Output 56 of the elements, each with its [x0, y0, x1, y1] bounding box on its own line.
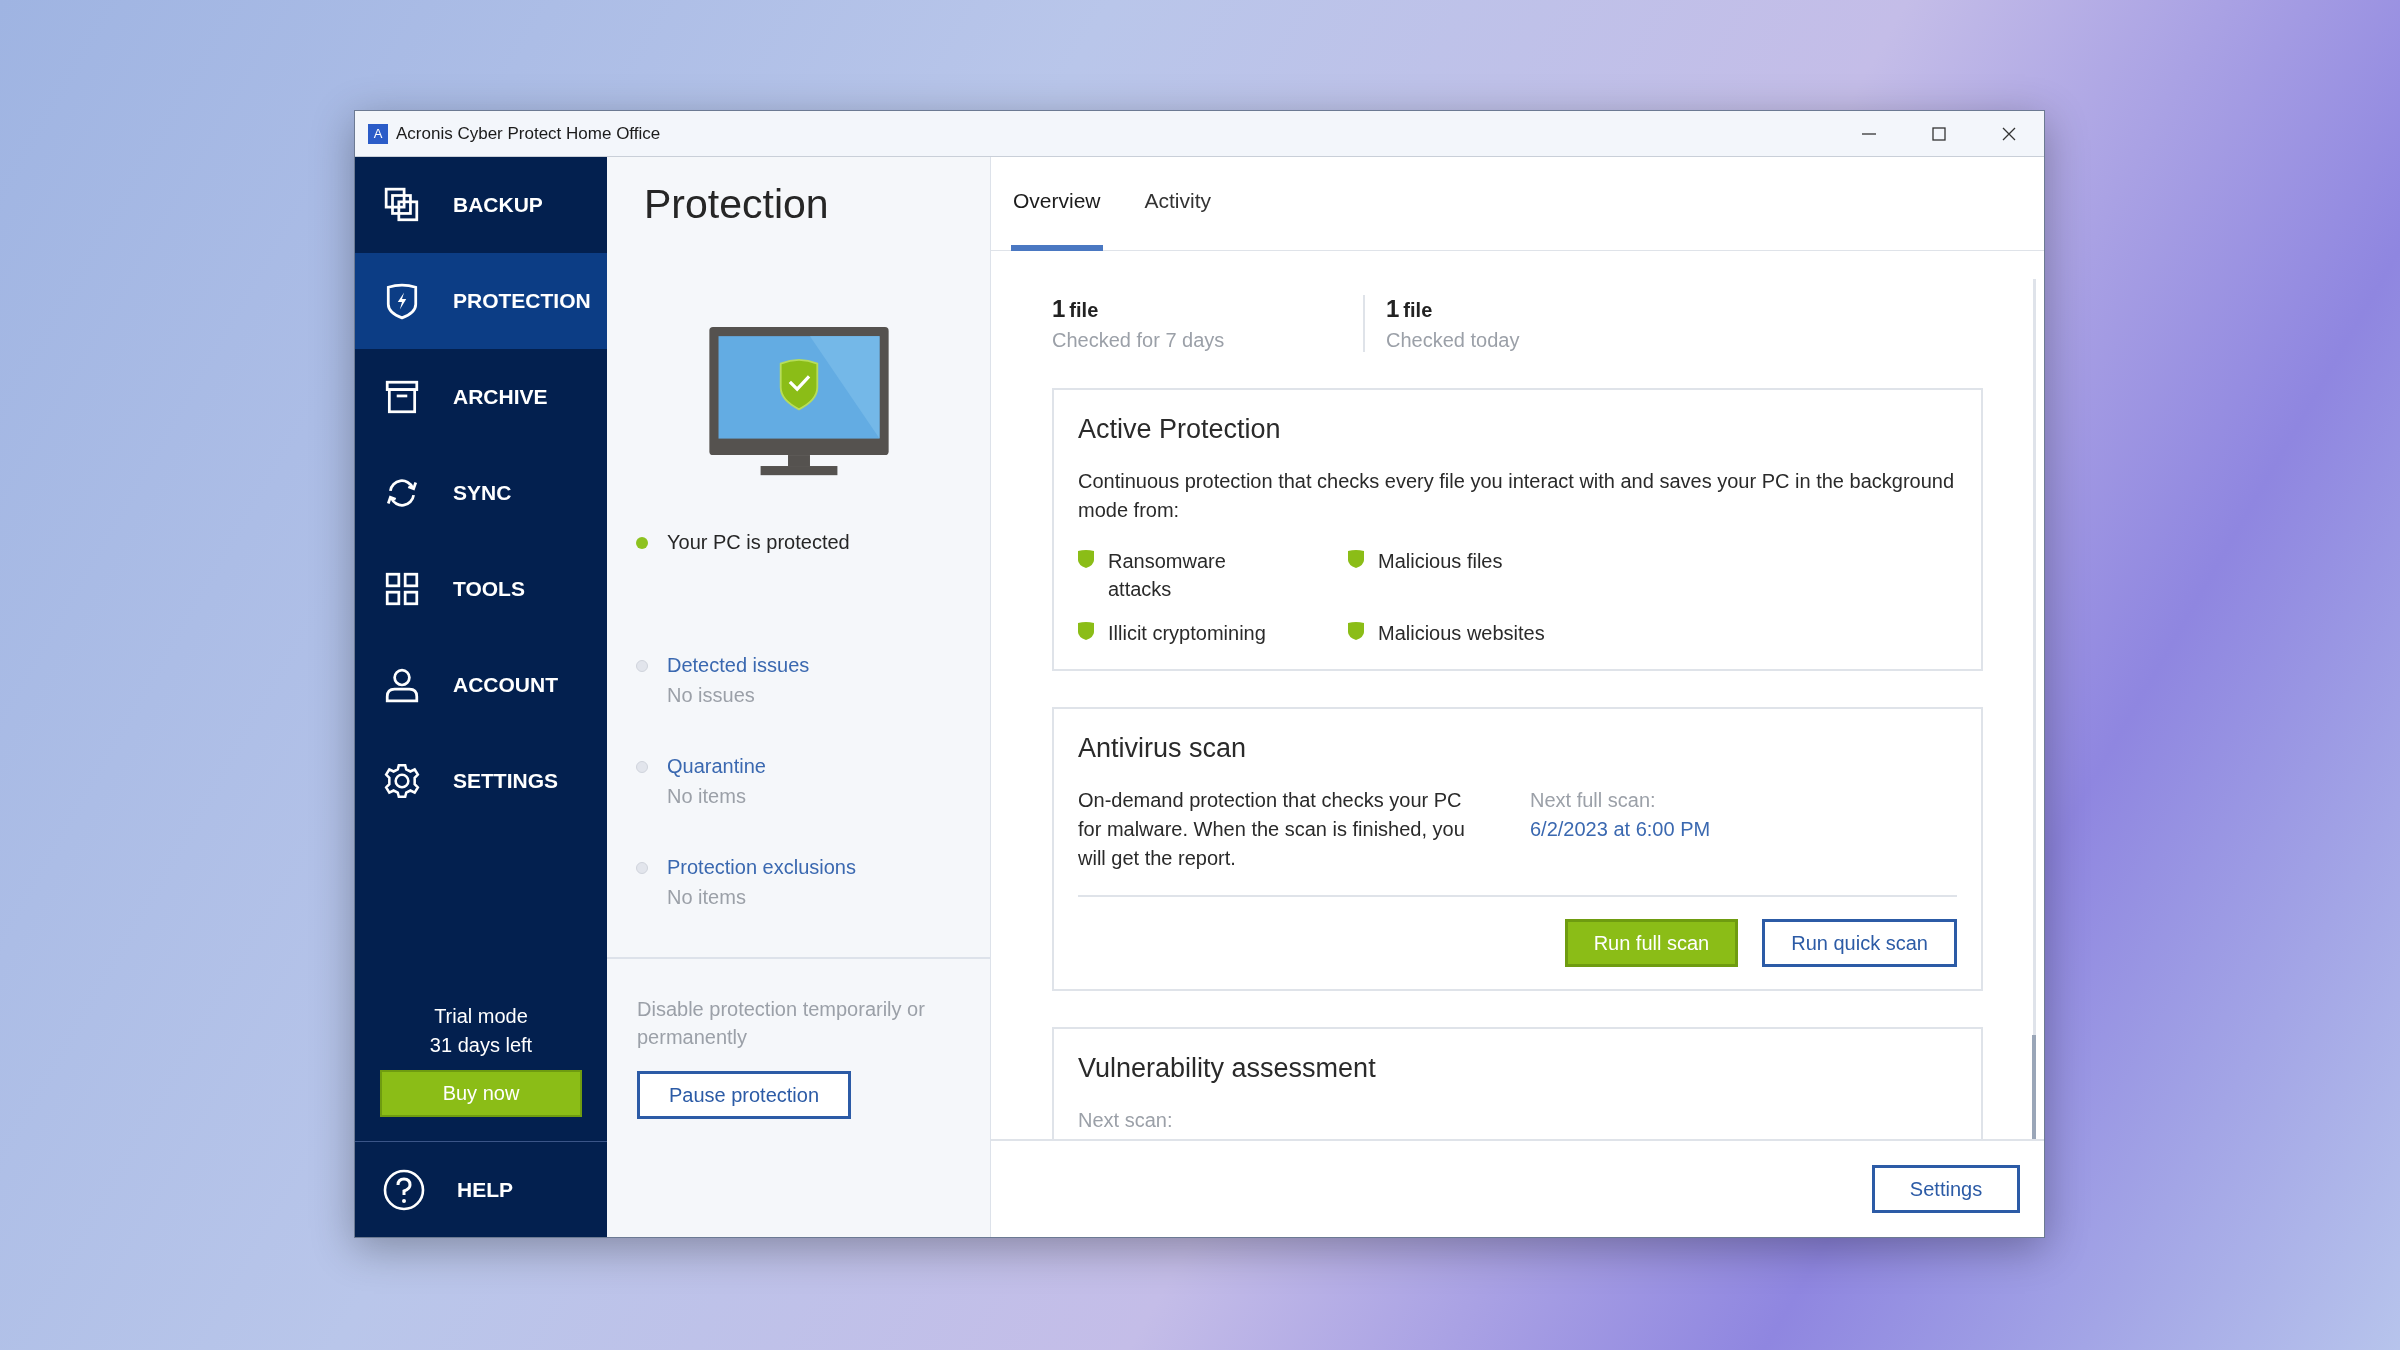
stat-count: 1	[1052, 295, 1066, 323]
settings-button[interactable]: Settings	[1872, 1165, 2020, 1213]
tab[interactable]: Overview	[1011, 157, 1103, 251]
page-title: Protection	[643, 180, 830, 228]
sidebar-item[interactable]: BACKUP	[355, 157, 607, 253]
tab[interactable]: Activity	[1142, 157, 1214, 251]
stat-caption: Checked today	[1386, 329, 1521, 352]
stat-caption: Checked for 7 days	[1052, 329, 1226, 352]
grid-icon	[383, 570, 421, 608]
status-text: Your PC is protected	[667, 531, 850, 554]
card-title: Antivirus scan	[1078, 733, 1248, 764]
link-detail: No items	[667, 785, 747, 808]
help-icon	[383, 1168, 425, 1211]
sidebar-item[interactable]: ARCHIVE	[355, 349, 607, 445]
disable-note: Disable protection temporarily or permanently	[637, 997, 926, 1050]
section-link[interactable]: Protection exclusions	[667, 856, 856, 879]
next-scan-label: Next full scan:	[1530, 788, 1657, 813]
next-scan-date-link[interactable]: 6/2/2023 at 6:00 PM	[1530, 815, 1711, 844]
card-title: Vulnerability assessment	[1078, 1053, 1377, 1084]
shield-icon	[1078, 550, 1094, 568]
section-link[interactable]: Quarantine	[667, 755, 766, 778]
card-description: On-demand protection that checks your PC for malware. When the scan is finished, you will get the report.	[1078, 788, 1466, 871]
stat-unit: file	[1403, 299, 1433, 322]
trial-text: 31 days left	[429, 1033, 533, 1058]
sidebar-item[interactable]: SYNC	[355, 445, 607, 541]
threat-label: Malicious websites	[1378, 621, 1545, 646]
card-title: Active Protection	[1078, 414, 1282, 445]
sidebar-item[interactable]: PROTECTION	[355, 253, 607, 349]
person-icon	[383, 666, 421, 704]
next-scan-label: Next scan:	[1078, 1108, 1174, 1133]
threat-label: Ransomware attacks	[1108, 549, 1227, 602]
shield-icon	[1078, 622, 1094, 640]
settings-icon	[383, 762, 421, 800]
sidebar-item[interactable]: SETTINGS	[355, 733, 607, 829]
stat-unit: file	[1069, 299, 1099, 322]
shield-icon	[1348, 550, 1364, 568]
link-detail: No issues	[667, 684, 756, 707]
app-logo: A	[368, 123, 388, 144]
sidebar-item[interactable]: TOOLS	[355, 541, 607, 637]
archive-box-icon	[383, 378, 421, 416]
window-title: Acronis Cyber Protect Home Office	[396, 123, 662, 144]
threat-label: Illicit cryptomining	[1108, 621, 1267, 646]
shield-icon	[1348, 622, 1364, 640]
scrollbar-thumb[interactable]	[2032, 1035, 2036, 1139]
sidebar-item[interactable]: ACCOUNT	[355, 637, 607, 733]
pause-protection-button[interactable]: Pause protection	[637, 1071, 851, 1119]
card-description: Continuous protection that checks every file you interact with and saves your PC in the background mode from:	[1078, 469, 1956, 523]
run-quick-scan-button[interactable]: Run quick scan	[1762, 919, 1957, 967]
stat-count: 1	[1386, 295, 1400, 323]
section-link[interactable]: Detected issues	[667, 654, 810, 677]
trial-text: Trial mode	[434, 1004, 528, 1029]
maximize-icon[interactable]	[1931, 125, 1947, 142]
close-icon[interactable]	[2001, 125, 2017, 142]
threat-label: Malicious files	[1378, 549, 1503, 574]
link-detail: No items	[667, 886, 747, 909]
stacked-squares-icon	[383, 186, 421, 224]
